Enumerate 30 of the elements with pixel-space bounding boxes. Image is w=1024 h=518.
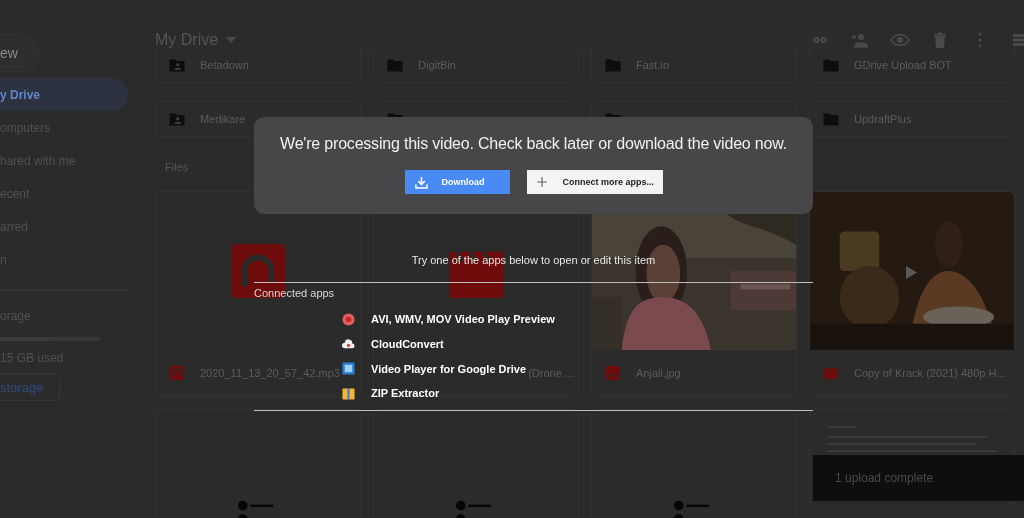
processing-message: We're processing this video. Check back later or download the video now. xyxy=(280,135,787,153)
apps-hint: Try one of the apps below to open or edit this item xyxy=(410,254,657,266)
new-button[interactable]: ew xyxy=(0,34,40,72)
folder-icon xyxy=(604,57,622,73)
app-item[interactable]: CloudConvert xyxy=(342,331,444,357)
play-icon xyxy=(906,266,917,279)
zip-folder-icon xyxy=(342,386,355,400)
record-icon xyxy=(342,312,355,326)
cloud-icon xyxy=(342,337,355,351)
folder-icon xyxy=(386,57,404,73)
headphones-icon xyxy=(170,366,184,380)
connect-apps-button[interactable]: Connect more apps... xyxy=(526,170,663,194)
buy-storage-button[interactable]: storage xyxy=(0,373,60,401)
sidebar-item[interactable]: y Drive xyxy=(0,78,128,111)
app-item[interactable]: AVI, WMV, MOV Video Play Preview xyxy=(342,307,555,332)
app-item[interactable]: Video Player for Google Drive xyxy=(342,356,527,382)
folder-icon xyxy=(822,111,840,127)
image-icon xyxy=(606,366,620,380)
plus-icon xyxy=(536,177,547,187)
app-item[interactable]: ZIP Extractor xyxy=(342,381,440,406)
caret-icon[interactable] xyxy=(226,36,237,43)
video-icon xyxy=(824,366,838,380)
shared-folder-icon xyxy=(168,57,186,73)
folder-icon xyxy=(822,57,840,73)
download-button[interactable]: Download xyxy=(404,170,510,194)
shared-folder-icon xyxy=(168,111,186,127)
download-icon xyxy=(414,175,428,189)
film-icon xyxy=(342,362,355,376)
connected-apps-heading: Connected apps xyxy=(254,287,335,299)
toast-message: 1 upload complete xyxy=(835,471,934,485)
